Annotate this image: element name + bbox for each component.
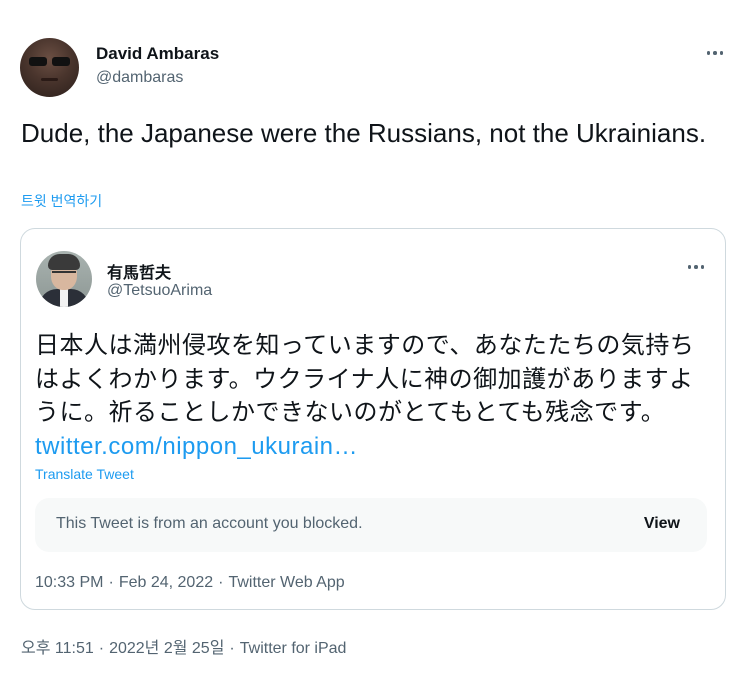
meta-separator: · [98,640,105,657]
quoted-tweet-text: 日本人は満州侵攻を知っていますので、あなたたちの気持ちはよくわかります。ウクライ… [35,329,711,463]
sunglasses-graphic [29,57,70,66]
blocked-account-notice: This Tweet is from an account you blocke… [35,498,707,552]
quoted-tweet-body: 日本人は満州侵攻を知っていますので、あなたたちの気持ちはよくわかります。ウクライ… [35,332,695,426]
meta-separator: · [229,640,235,657]
translate-tweet-link[interactable]: 트윗 번역하기 [21,191,102,211]
quoted-author-name[interactable]: 有馬哲夫 [107,259,171,283]
meta-separator: · [218,574,224,591]
quoted-tweet-meta: 10:33 PM · Feb 24, 2022 · Twitter Web App [35,574,345,592]
tweet-date[interactable]: 2022년 2월 25일 [109,640,224,657]
avatar-glasses [52,271,76,278]
view-button[interactable]: View [644,515,680,533]
meta-separator: · [108,574,114,591]
author-handle[interactable]: @dambaras [96,69,183,87]
quoted-tweet-date[interactable]: Feb 24, 2022 [119,574,213,591]
avatar-mouth [41,78,58,81]
author-name[interactable]: David Ambaras [96,44,219,64]
quoted-tweet-source[interactable]: Twitter Web App [228,574,344,591]
tweet-text: Dude, the Japanese were the Russians, no… [21,118,707,148]
blocked-notice-text: This Tweet is from an account you blocke… [56,515,363,532]
quoted-translate-tweet-link[interactable]: Translate Tweet [35,466,134,482]
tweet-meta: 오후 11:51 · 2022년 2월 25일 · Twitter for iPad [21,634,346,658]
tweet: David Ambaras @dambaras Dude, the Japane… [0,0,748,677]
quoted-tweet[interactable]: 有馬哲夫 @TetsuoArima 日本人は満州侵攻を知っていますので、あなたた… [20,228,726,610]
quoted-author-avatar[interactable] [36,251,92,307]
quoted-author-handle[interactable]: @TetsuoArima [107,282,212,300]
tweet-source[interactable]: Twitter for iPad [240,640,347,657]
quoted-tweet-time[interactable]: 10:33 PM [35,574,103,591]
quoted-tweet-link[interactable]: twitter.com/nippon_ukurain… [35,433,358,460]
quoted-more-options-icon[interactable] [681,257,711,277]
avatar-shirt [60,289,68,307]
more-options-icon[interactable] [700,43,730,63]
avatar-hair [48,254,80,270]
author-avatar[interactable] [20,38,79,97]
tweet-time[interactable]: 오후 11:51 [21,640,94,657]
